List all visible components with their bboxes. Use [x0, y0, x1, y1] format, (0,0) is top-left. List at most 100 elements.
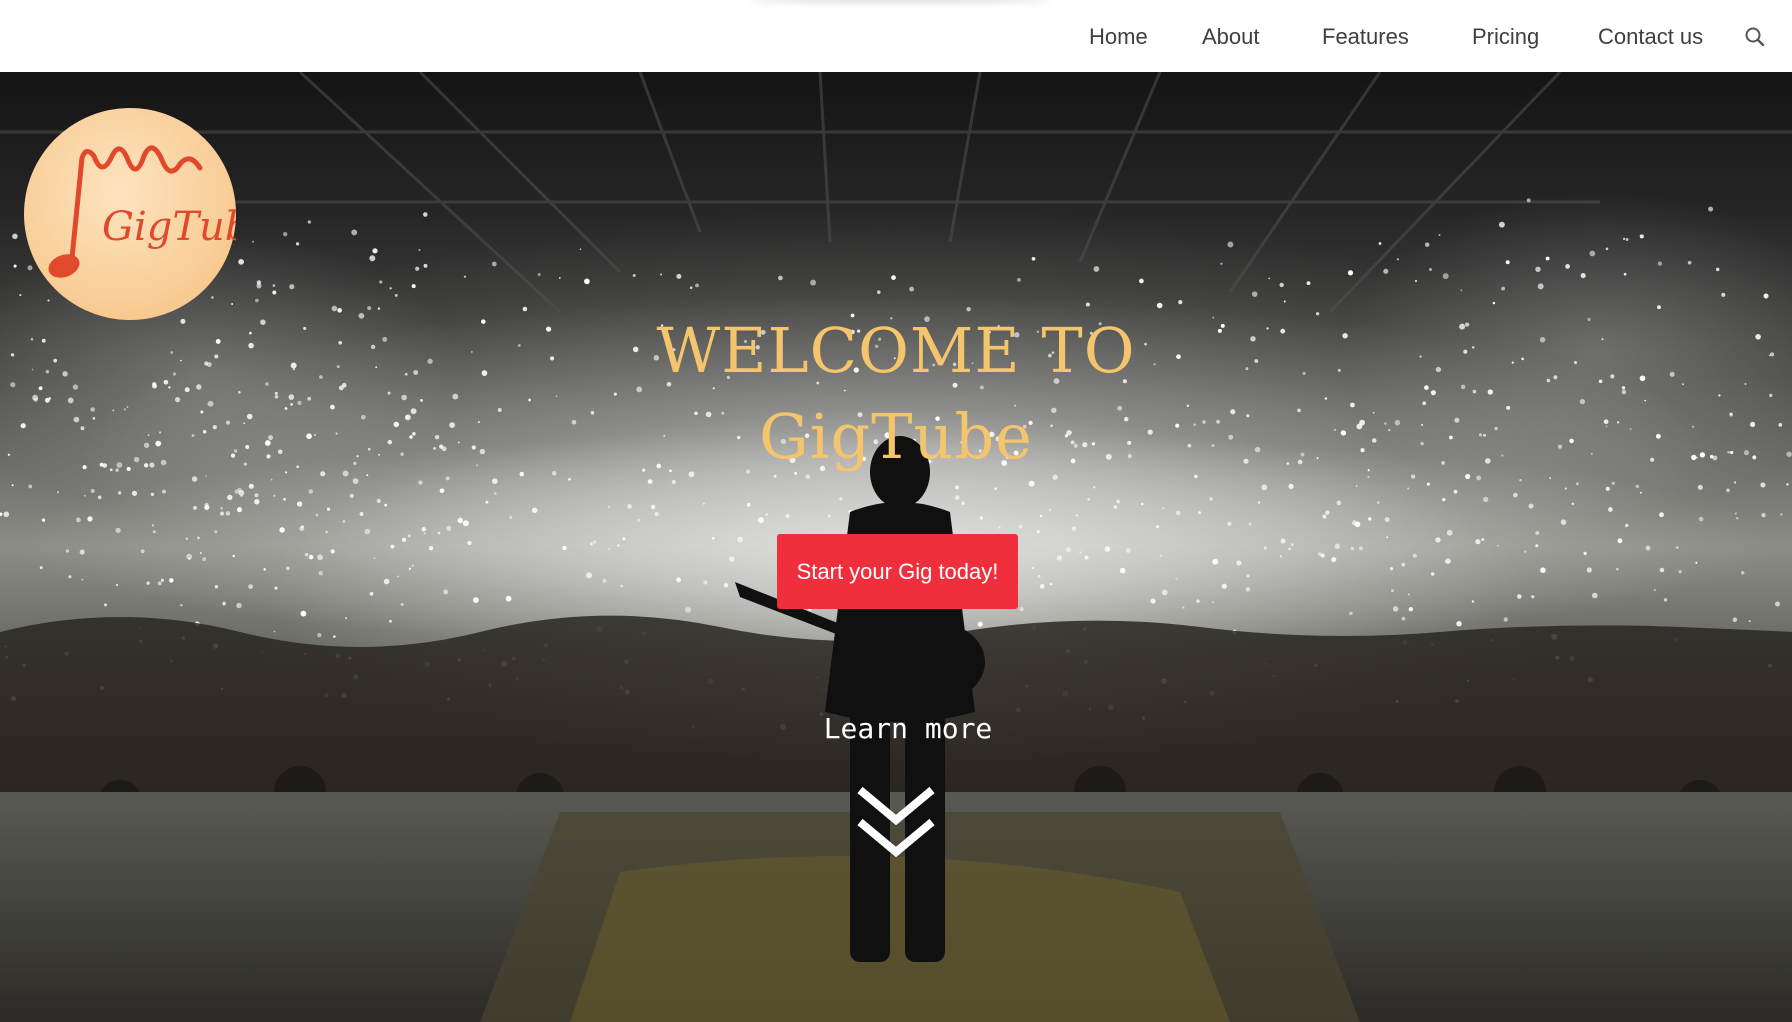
crowd-light	[397, 575, 400, 578]
crowd-light	[1653, 589, 1656, 592]
crowd-light	[369, 255, 376, 262]
crowd-light	[252, 240, 255, 243]
crowd-light	[411, 284, 416, 289]
crowd-light	[1288, 547, 1291, 551]
crowd-light	[998, 526, 1001, 529]
crowd-light	[1426, 482, 1430, 486]
crowd-light	[1736, 517, 1739, 520]
top-navbar: Home About Features Pricing Contact us	[0, 0, 1792, 72]
crowd-light	[1113, 505, 1118, 509]
crowd-light	[977, 621, 983, 627]
crowd-light	[286, 566, 290, 571]
crowd-light	[584, 278, 590, 285]
crowd-light	[214, 530, 218, 534]
crowd-light	[671, 480, 676, 485]
crowd-light	[491, 261, 497, 267]
crowd-light	[151, 524, 155, 527]
crowd-light	[1571, 502, 1575, 506]
start-gig-button[interactable]: Start your Gig today!	[777, 534, 1018, 609]
learn-more-link[interactable]: Learn more	[0, 712, 1792, 745]
crowd-light	[589, 542, 594, 546]
crowd-light	[602, 578, 607, 584]
hero-title-line2: GigTube	[759, 400, 1033, 473]
crowd-light	[1212, 558, 1219, 565]
crowd-light	[220, 511, 224, 516]
crowd-light	[1384, 517, 1390, 523]
crowd-light	[676, 577, 682, 583]
crowd-light	[118, 491, 122, 495]
crowd-light	[1378, 242, 1382, 245]
crowd-light	[462, 520, 469, 527]
crowd-light	[1376, 501, 1380, 504]
crowd-light	[1383, 268, 1389, 274]
crowd-light	[1481, 538, 1485, 541]
crowd-light	[1616, 567, 1619, 571]
crowd-light	[446, 525, 452, 531]
crowd-light	[1017, 278, 1021, 282]
crowd-light	[407, 534, 411, 538]
crowd-light	[1675, 546, 1679, 550]
crowd-light	[389, 287, 392, 290]
crowd-light	[729, 556, 735, 562]
crowd-light	[1425, 242, 1430, 247]
crowd-light	[273, 630, 276, 633]
crowd-light	[1334, 543, 1340, 549]
crowd-light	[1160, 554, 1162, 557]
crowd-light	[325, 530, 328, 534]
gigtube-logo[interactable]: GigTube	[24, 108, 274, 320]
crowd-light	[157, 581, 162, 586]
crowd-light	[765, 513, 768, 516]
crowd-light	[608, 505, 610, 508]
crowd-light	[1031, 256, 1036, 261]
crowd-light	[1408, 607, 1414, 612]
crowd-light	[1036, 530, 1040, 534]
crowd-light	[1442, 273, 1449, 280]
double-chevron-down-icon[interactable]	[856, 784, 936, 864]
crowd-light	[1635, 484, 1640, 489]
nav-link-contact-us[interactable]: Contact us	[1598, 24, 1703, 50]
search-icon[interactable]	[1744, 26, 1766, 48]
crowd-light	[39, 566, 43, 569]
crowd-light	[225, 511, 231, 516]
crowd-light	[79, 549, 85, 555]
crowd-light	[423, 532, 426, 535]
crowd-light	[1659, 512, 1664, 518]
crowd-light	[758, 517, 764, 523]
crowd-light	[1625, 238, 1629, 241]
nav-link-features[interactable]: Features	[1322, 24, 1409, 50]
crowd-light	[1412, 553, 1417, 558]
crowd-light	[1657, 261, 1663, 266]
crowd-light	[379, 280, 383, 284]
crowd-light	[428, 545, 434, 551]
crowd-light	[1531, 595, 1535, 599]
crowd-light	[283, 232, 288, 237]
nav-link-home[interactable]: Home	[1089, 24, 1148, 50]
crowd-light	[359, 512, 364, 516]
crowd-light	[1320, 553, 1325, 558]
crowd-light	[785, 514, 790, 518]
nav-link-about[interactable]: About	[1202, 24, 1260, 50]
crowd-light	[651, 504, 656, 510]
nav-link-pricing[interactable]: Pricing	[1472, 24, 1539, 50]
crowd-light	[1780, 513, 1783, 516]
crowd-light	[351, 229, 358, 236]
crowd-light	[248, 483, 254, 489]
crowd-light	[579, 248, 582, 251]
crowd-light	[1697, 484, 1703, 490]
crowd-light	[746, 502, 751, 507]
crowd-light	[1248, 522, 1252, 526]
crowd-light	[1196, 599, 1200, 603]
crowd-light	[283, 498, 286, 501]
crowd-light	[1678, 570, 1682, 574]
crowd-light	[384, 503, 387, 507]
crowd-light	[1545, 256, 1550, 261]
crowd-light	[1535, 266, 1541, 273]
crowd-light	[1446, 529, 1453, 536]
crowd-light	[300, 610, 307, 617]
crowd-light	[1392, 606, 1399, 612]
crowd-light	[1283, 300, 1286, 303]
crowd-light	[1227, 521, 1232, 526]
crowd-light	[1220, 262, 1223, 265]
crowd-light	[408, 567, 412, 570]
crowd-light	[1178, 299, 1183, 305]
